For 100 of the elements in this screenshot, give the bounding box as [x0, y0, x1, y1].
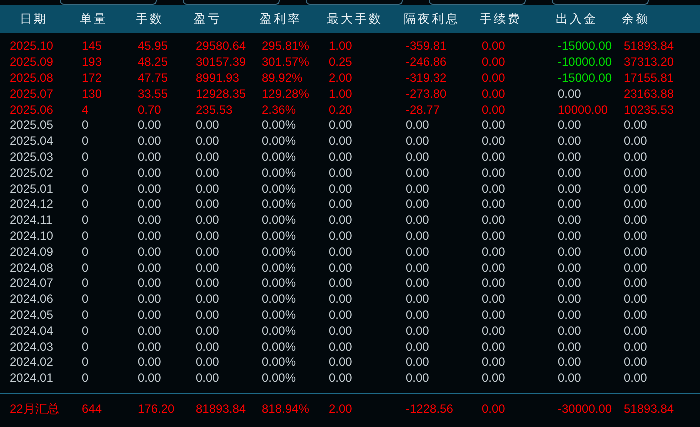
table-cell: 295.81%	[262, 39, 310, 54]
table-cell: 48.25	[138, 55, 168, 70]
table-cell: 0.00	[138, 166, 162, 181]
table-cell: 0	[82, 150, 89, 165]
table-cell: 0.25	[329, 55, 352, 70]
table-cell: 0.00	[558, 340, 582, 355]
table-cell: 0	[82, 166, 89, 181]
table-cell: 2025.06	[10, 102, 54, 118]
table-cell: 2025.03	[10, 150, 54, 165]
table-cell: 0.00	[624, 197, 648, 212]
table-cell: 0.00	[558, 355, 582, 370]
table-cell: 0.00	[482, 134, 506, 150]
table-cell: 37313.20	[624, 55, 674, 70]
table-cell: 0.00	[196, 292, 220, 308]
table-cell: 2024.09	[10, 244, 54, 260]
table-cell: 0.00%	[262, 166, 296, 181]
table-cell: 2025.05	[10, 118, 54, 134]
table-cell: 0.00%	[262, 371, 296, 386]
table-cell: 51893.84	[624, 39, 674, 54]
table-cell: 0.00	[196, 308, 220, 323]
column-header: 手续费	[480, 10, 523, 28]
column-header: 最大手数	[327, 10, 384, 28]
table-cell: 0.00	[406, 150, 430, 165]
table-cell: -28.77	[406, 102, 440, 118]
table-cell: 1.00	[329, 39, 352, 54]
table-cell: 644	[82, 402, 102, 417]
column-header: 盈利率	[260, 10, 303, 28]
table-cell: 2024.10	[10, 228, 54, 244]
table-cell: 0.00%	[262, 228, 296, 244]
table-cell: -246.86	[406, 55, 447, 70]
table-cell: 51893.84	[624, 402, 674, 417]
table-cell: 0.00	[624, 150, 648, 165]
table-cell: -15000.00	[558, 70, 612, 86]
table-cell: 17155.81	[624, 70, 674, 86]
table-cell: 0.00	[196, 150, 220, 165]
table-cell: 0.00	[196, 276, 220, 292]
table-cell: 2024.04	[10, 324, 54, 339]
table-cell: 0.00	[406, 134, 430, 150]
table-cell: 0.00	[196, 182, 220, 197]
table-cell: 2025.01	[10, 182, 54, 197]
table-cell: 0.00	[624, 260, 648, 276]
table-cell: 0.00	[558, 166, 582, 181]
table-cell: 0.00	[196, 166, 220, 181]
table-cell: 0.00	[196, 355, 220, 370]
table-cell: 8991.93	[196, 70, 240, 86]
table-cell: 0.00	[329, 371, 352, 386]
table-cell: 0.00	[329, 244, 352, 260]
table-cell: 0.00	[482, 86, 506, 102]
table-cell: 0.00%	[262, 324, 296, 339]
table-cell: 2024.03	[10, 340, 54, 355]
table-cell: 0	[82, 260, 89, 276]
column-header: 单量	[80, 10, 109, 28]
table-cell: 0.00	[558, 182, 582, 197]
table-cell: 0.00	[558, 197, 582, 212]
table-cell: 0.00	[624, 340, 648, 355]
table-cell: 29580.64	[196, 39, 246, 54]
table-cell: 0.00	[138, 276, 162, 292]
table-cell: 0.00	[329, 260, 352, 276]
table-cell: 0.00%	[262, 197, 296, 212]
table-cell: 2024.02	[10, 355, 54, 370]
table-cell: 176.20	[138, 402, 175, 417]
table-cell: 130	[82, 86, 102, 102]
table-cell: 0.00%	[262, 134, 296, 150]
table-cell: 23163.88	[624, 86, 674, 102]
table-cell: 0.00	[138, 324, 162, 339]
table-cell: 0.00	[558, 292, 582, 308]
table-cell: 129.28%	[262, 86, 310, 102]
table-cell: 0	[82, 182, 89, 197]
table-cell: -273.80	[406, 86, 447, 102]
table-cell: 0.00	[558, 150, 582, 165]
table-cell: 0.00	[138, 260, 162, 276]
table-cell: 0.00	[482, 70, 506, 86]
table-cell: 0.00	[329, 118, 352, 134]
table-cell: 0.00	[482, 102, 506, 118]
table-cell: 0.00%	[262, 355, 296, 370]
table-cell: 0.00%	[262, 244, 296, 260]
table-cell: 0.00	[138, 308, 162, 323]
table-cell: 0.00	[329, 355, 352, 370]
table-cell: 301.57%	[262, 55, 310, 70]
table-cell: 22月汇总	[10, 402, 60, 417]
table-cell: 2024.11	[10, 213, 52, 228]
table-cell: 0.00	[329, 166, 352, 181]
table-cell: 47.75	[138, 70, 168, 86]
column-header: 余额	[622, 10, 651, 28]
table-cell: 0.00	[196, 371, 220, 386]
table-cell: 2024.05	[10, 308, 54, 323]
table-cell: 0.00	[406, 213, 430, 228]
table-cell: 0.00	[482, 292, 506, 308]
table-cell: 0.00	[482, 182, 506, 197]
table-cell: 10235.53	[624, 102, 674, 118]
table-cell: 0.00	[406, 276, 430, 292]
table-cell: 0.00	[482, 197, 506, 212]
table-cell: 0.00	[329, 182, 352, 197]
table-cell: 0.00%	[262, 182, 296, 197]
table-cell: 0.00%	[262, 292, 296, 308]
table-cell: 0.00	[196, 228, 220, 244]
table-cell: 2025.04	[10, 134, 54, 150]
table-cell: 0.00	[482, 340, 506, 355]
table-cell: 0.00	[406, 355, 430, 370]
table-cell: 0.00	[558, 228, 582, 244]
